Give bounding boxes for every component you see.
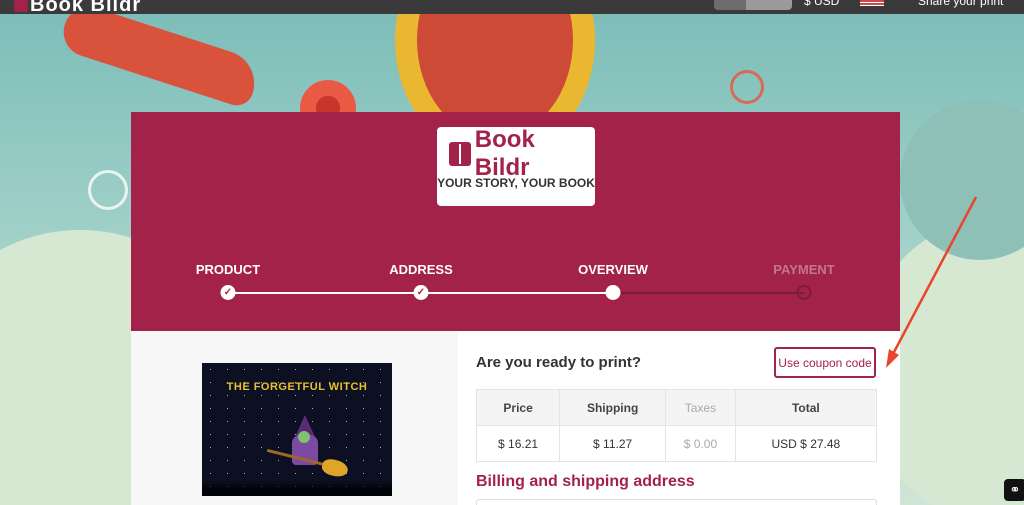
billing-form-field[interactable]	[476, 499, 877, 505]
step-label-product: PRODUCT	[195, 262, 261, 277]
billing-heading: Billing and shipping address	[476, 473, 695, 490]
site-logo[interactable]: Book Bildr	[14, 0, 141, 17]
price-summary-table: Price Shipping Taxes Total $ 16.21 $ 11.…	[475, 389, 878, 462]
taxes-value: $ 0.00	[665, 425, 736, 462]
swirl-illustration	[730, 70, 764, 104]
view-toggle-active-segment[interactable]	[746, 0, 792, 10]
logo-row: Book Bildr	[449, 126, 595, 181]
checkout-header: Book Bildr YOUR STORY, YOUR BOOK PRODUCT…	[131, 112, 900, 331]
background-hill	[900, 100, 1024, 260]
logo-tagline: YOUR STORY, YOUR BOOK	[437, 176, 595, 190]
use-coupon-button[interactable]: Use coupon code	[774, 347, 876, 378]
cover-ground	[202, 480, 392, 496]
top-navigation-bar: Book Bildr $ USD Share your print	[0, 0, 1024, 17]
view-toggle[interactable]	[714, 0, 792, 10]
shipping-value: $ 11.27	[559, 425, 667, 462]
price-header: Price	[475, 389, 561, 426]
swirl-illustration	[88, 170, 128, 210]
site-brand-name: Book Bildr	[30, 0, 142, 16]
taxes-header: Taxes	[665, 389, 736, 426]
checkmark-icon: ✓	[220, 285, 236, 300]
witch-face	[298, 431, 310, 443]
logo-name: Book Bildr	[474, 126, 535, 181]
table-header-row: Price Shipping Taxes Total	[475, 389, 878, 426]
checkout-progress: PRODUCT ADDRESS OVERVIEW PAYMENT ✓ ✓	[131, 262, 900, 312]
currency-selector[interactable]: $ USD	[804, 0, 839, 8]
share-print-link[interactable]: Share your print	[918, 0, 1003, 8]
step-label-overview: OVERVIEW	[578, 262, 648, 277]
book-preview-panel: THE FORGETFUL WITCH	[131, 331, 458, 505]
pending-step-dot	[796, 285, 812, 300]
ready-heading: Are you ready to print?	[476, 354, 642, 371]
checkmark-icon: ✓	[413, 285, 429, 300]
table-row: $ 16.21 $ 11.27 $ 0.00 USD $ 27.48	[475, 425, 878, 462]
step-label-address: ADDRESS	[389, 262, 453, 277]
book-logo-icon	[14, 0, 28, 12]
open-book-icon	[449, 142, 471, 166]
link-widget-icon[interactable]: ⚭	[1004, 479, 1024, 501]
us-flag-icon[interactable]	[860, 0, 884, 6]
cover-title: THE FORGETFUL WITCH	[226, 381, 368, 393]
bookbildr-logo: Book Bildr YOUR STORY, YOUR BOOK	[437, 126, 595, 206]
book-cover-image: THE FORGETFUL WITCH	[202, 363, 392, 496]
order-summary-panel: Are you ready to print? Use coupon code …	[458, 331, 900, 505]
shipping-header: Shipping	[559, 389, 667, 426]
total-header: Total	[734, 389, 878, 426]
step-label-payment: PAYMENT	[773, 262, 835, 277]
current-step-dot	[605, 285, 621, 300]
total-value: USD $ 27.48	[734, 425, 878, 462]
price-value: $ 16.21	[475, 425, 561, 462]
progress-line-pending	[613, 292, 804, 294]
checkout-modal: Book Bildr YOUR STORY, YOUR BOOK PRODUCT…	[131, 112, 900, 505]
